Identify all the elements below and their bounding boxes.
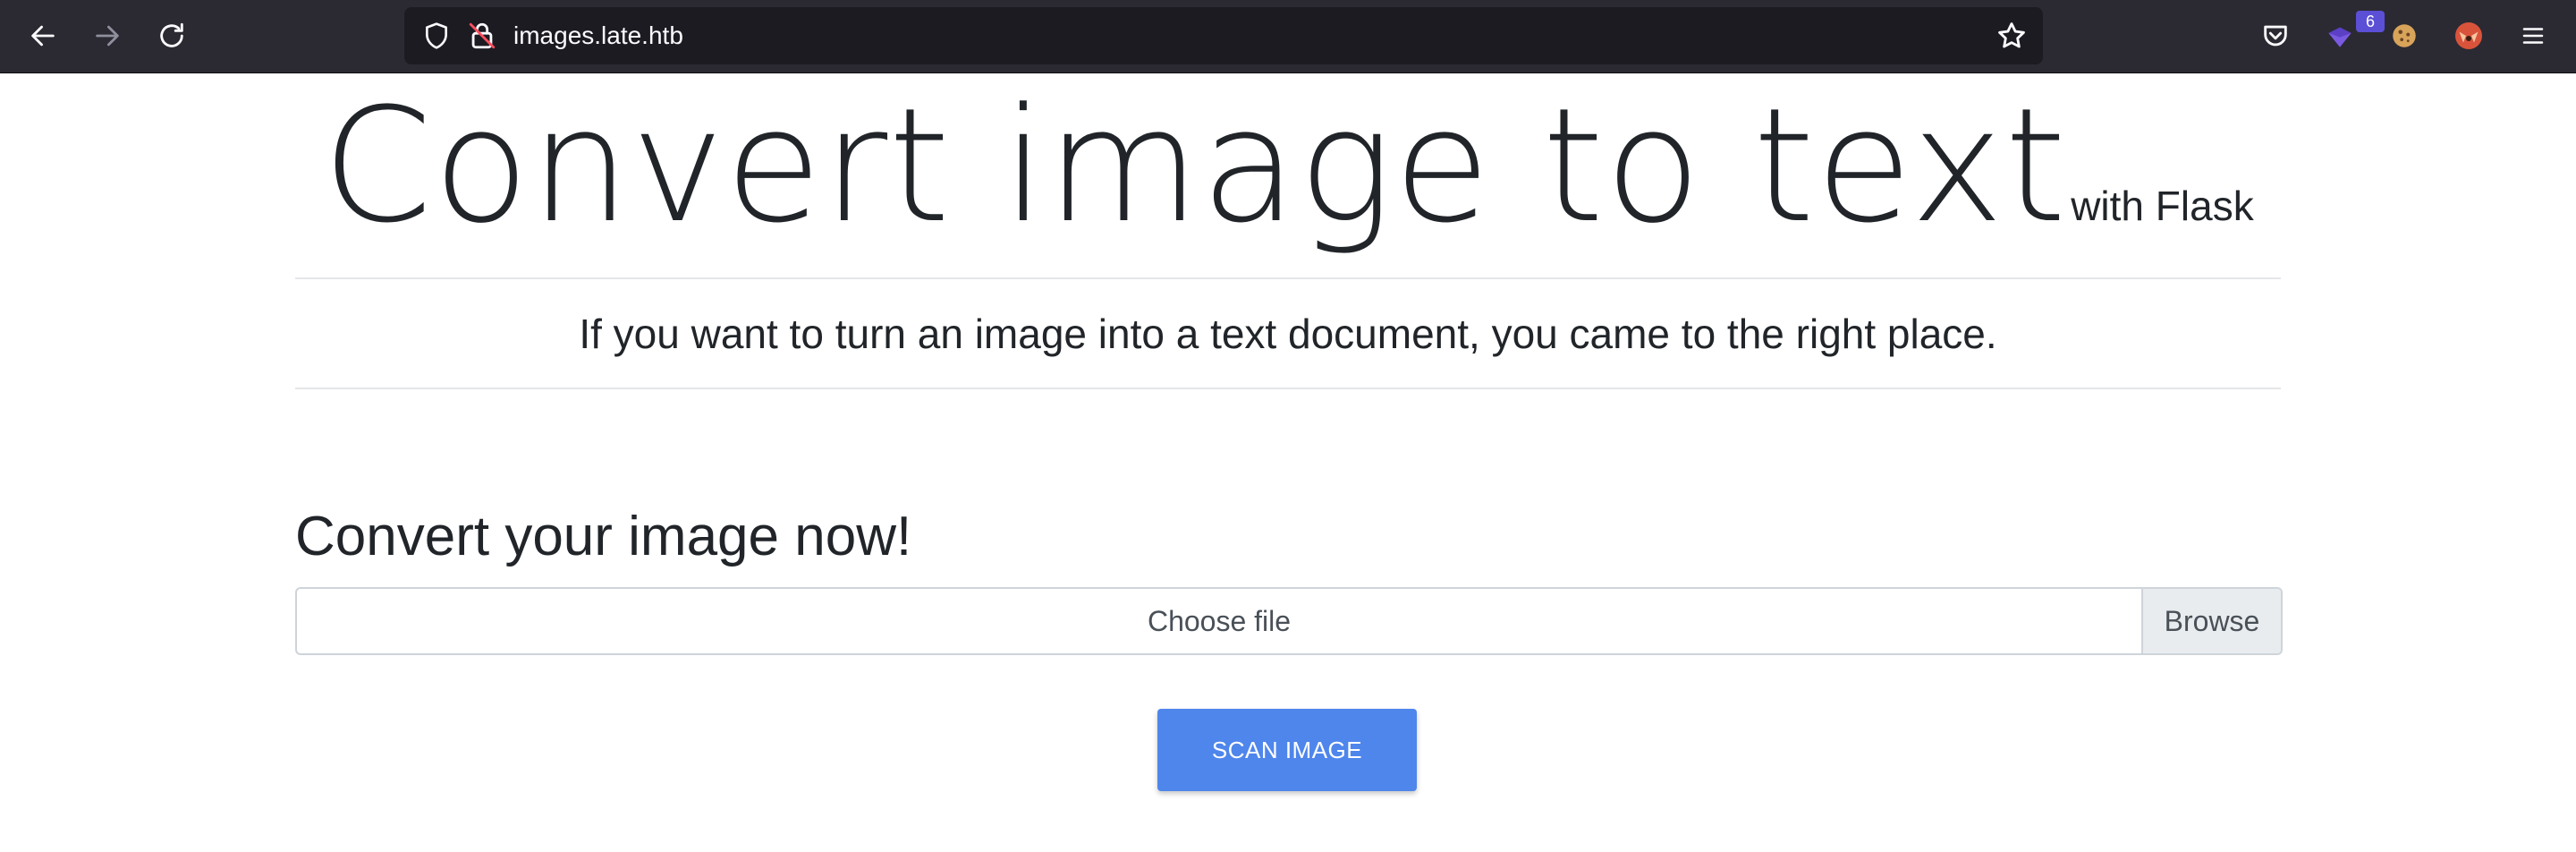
fox-extension-icon xyxy=(2455,22,2482,49)
browse-button[interactable]: Browse xyxy=(2141,589,2281,653)
page-header: Convert image to textwith Flask xyxy=(0,77,2576,256)
section-title: Convert your image now! xyxy=(295,506,912,567)
back-button[interactable] xyxy=(23,16,63,55)
forward-button[interactable] xyxy=(88,16,127,55)
reload-icon xyxy=(160,22,183,47)
hamburger-menu-icon xyxy=(2522,28,2544,44)
insecure-lock-icon[interactable] xyxy=(467,21,497,51)
divider-bottom xyxy=(295,388,2281,389)
lead-text: If you want to turn an image into a text… xyxy=(579,311,1997,357)
file-input[interactable]: Choose file Browse xyxy=(295,587,2283,655)
url-text[interactable]: images.late.htb xyxy=(513,20,683,52)
back-arrow-icon xyxy=(31,25,55,47)
forward-arrow-icon xyxy=(96,25,119,47)
scan-image-button[interactable]: SCAN IMAGE xyxy=(1157,709,1417,791)
fox-extension-button[interactable] xyxy=(2449,16,2488,55)
extension-badge: 6 xyxy=(2356,11,2385,32)
browser-toolbar: images.late.htb 6 xyxy=(0,0,2576,73)
extension-button[interactable] xyxy=(2320,16,2360,55)
bookmark-star-icon[interactable] xyxy=(1996,21,2027,51)
reload-button[interactable] xyxy=(152,16,191,55)
page-title-suffix: with Flask xyxy=(2071,183,2254,229)
extension-icon xyxy=(2328,27,2351,47)
divider-top xyxy=(295,277,2281,279)
pocket-button[interactable] xyxy=(2256,16,2295,55)
shield-icon[interactable] xyxy=(422,21,451,50)
cookie-icon xyxy=(2393,24,2416,47)
url-bar[interactable]: images.late.htb xyxy=(404,7,2043,64)
cookie-extension-button[interactable] xyxy=(2385,16,2424,55)
pocket-icon xyxy=(2264,25,2287,47)
app-menu-button[interactable] xyxy=(2513,16,2553,55)
page-title: Convert image to text xyxy=(322,74,2068,258)
file-input-label[interactable]: Choose file xyxy=(297,589,2141,653)
